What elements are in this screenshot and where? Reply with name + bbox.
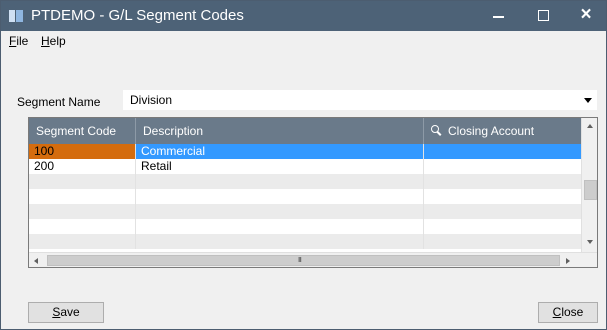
table-row[interactable]: 100 Commercial: [29, 144, 581, 159]
close-icon: ×: [580, 4, 592, 25]
search-icon[interactable]: [431, 125, 442, 136]
minimize-button[interactable]: [476, 1, 520, 31]
segment-codes-table[interactable]: Segment Code Description Closing Account…: [28, 117, 598, 268]
close-button[interactable]: Close: [538, 302, 598, 323]
cell-description[interactable]: Retail: [136, 159, 424, 174]
empty-row[interactable]: [29, 234, 581, 249]
app-icon: [9, 9, 23, 23]
scroll-grip: III: [298, 257, 302, 264]
maximize-button[interactable]: [521, 1, 565, 31]
cell-closing-account[interactable]: [424, 144, 581, 159]
cell-segment-code[interactable]: 100: [29, 144, 136, 159]
segment-name-label: Segment Name: [17, 95, 101, 109]
empty-row[interactable]: [29, 174, 581, 189]
segment-name-value: Division: [130, 93, 173, 107]
vertical-scroll-thumb[interactable]: [584, 180, 597, 200]
title-bar[interactable]: PTDEMO - G/L Segment Codes ×: [1, 1, 606, 31]
segment-name-select[interactable]: Division: [123, 90, 597, 110]
scroll-left-icon[interactable]: [34, 258, 38, 264]
column-header-segment-code[interactable]: Segment Code: [29, 118, 136, 144]
segment-codes-window: PTDEMO - G/L Segment Codes × File Help S…: [0, 0, 607, 330]
table-row[interactable]: 200 Retail: [29, 159, 581, 174]
scroll-right-icon[interactable]: [566, 258, 570, 264]
window-title: PTDEMO - G/L Segment Codes: [31, 7, 244, 24]
vertical-scrollbar[interactable]: [581, 118, 597, 252]
table-body: 100 Commercial 200 Retail: [29, 144, 581, 254]
cell-description[interactable]: Commercial: [136, 144, 424, 159]
horizontal-scrollbar[interactable]: III: [29, 252, 597, 267]
menu-help[interactable]: Help: [41, 34, 66, 48]
horizontal-scroll-thumb[interactable]: III: [47, 255, 560, 266]
menu-bar: File Help: [1, 31, 606, 51]
scroll-down-icon[interactable]: [587, 240, 593, 244]
minimize-icon: [493, 16, 504, 18]
cell-segment-code[interactable]: 200: [29, 159, 136, 174]
save-button[interactable]: Save: [28, 302, 104, 323]
chevron-down-icon[interactable]: [584, 98, 592, 103]
scrollbar-corner: [581, 253, 597, 267]
scroll-up-icon[interactable]: [587, 124, 593, 128]
cell-closing-account[interactable]: [424, 159, 581, 174]
menu-file[interactable]: File: [9, 34, 28, 48]
table-header: Segment Code Description Closing Account: [29, 118, 581, 144]
column-header-description[interactable]: Description: [136, 118, 424, 144]
empty-row[interactable]: [29, 219, 581, 234]
close-window-button[interactable]: ×: [564, 1, 607, 31]
maximize-icon: [538, 10, 549, 21]
empty-row[interactable]: [29, 204, 581, 219]
empty-row[interactable]: [29, 189, 581, 204]
column-header-closing-account[interactable]: Closing Account: [424, 118, 581, 144]
